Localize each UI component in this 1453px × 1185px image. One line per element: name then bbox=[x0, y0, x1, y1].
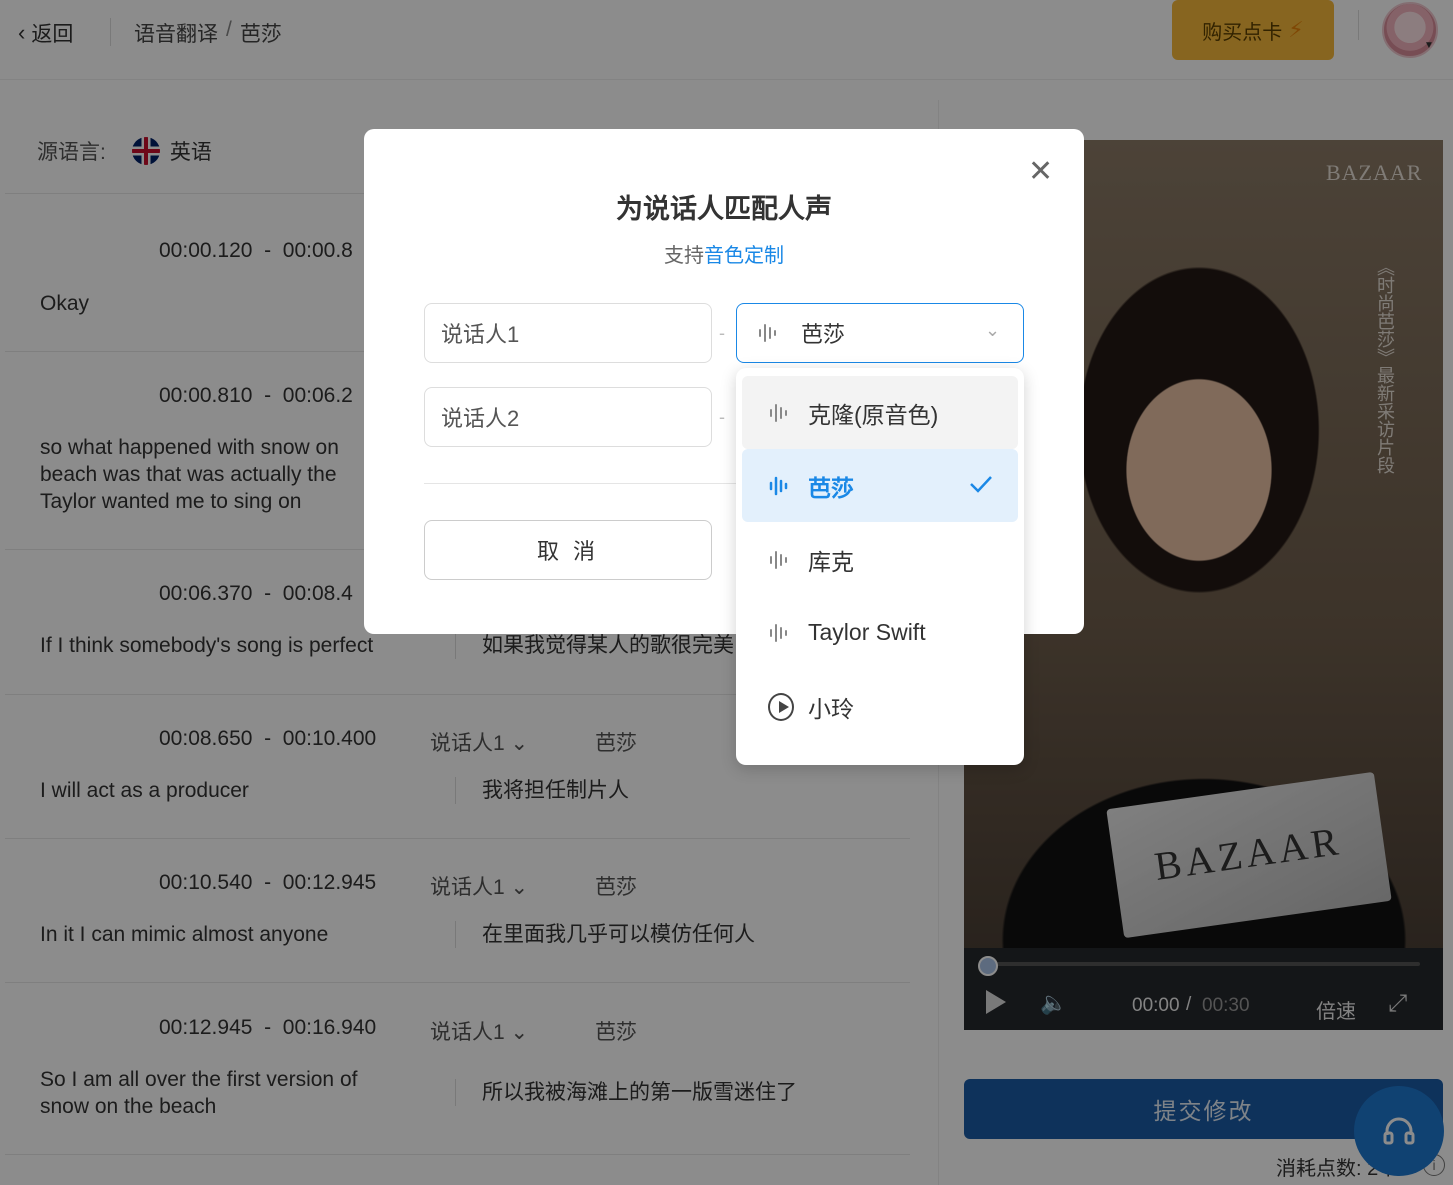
voice-option-label: 芭莎 bbox=[808, 474, 854, 501]
waveform-icon bbox=[768, 621, 794, 645]
waveform-icon bbox=[768, 548, 794, 572]
waveform-icon bbox=[759, 324, 776, 342]
voice-option[interactable]: 库克 bbox=[742, 523, 1018, 596]
waveform-icon bbox=[768, 401, 794, 425]
speaker-1-field[interactable]: 说话人1 bbox=[424, 303, 712, 363]
play-circle-icon[interactable] bbox=[768, 692, 794, 721]
cancel-button[interactable]: 取 消 bbox=[424, 520, 712, 580]
voice-option-label: 库克 bbox=[808, 548, 854, 575]
dialog-title: 为说话人匹配人声 bbox=[616, 194, 832, 224]
voice-dropdown: 克隆(原音色) 芭莎 库克 Taylor Swift 小玲 bbox=[736, 368, 1024, 765]
voice-select-value: 芭莎 bbox=[801, 322, 846, 347]
chevron-down-icon: ⌄ bbox=[985, 320, 1001, 340]
voice-option[interactable]: Taylor Swift bbox=[742, 596, 1018, 669]
voice-option[interactable]: 克隆(原音色) bbox=[742, 376, 1018, 449]
voice-option-label: 克隆(原音色) bbox=[808, 401, 939, 428]
voice-select[interactable]: 芭莎 ⌄ bbox=[736, 303, 1024, 363]
close-icon[interactable]: ✕ bbox=[1028, 157, 1053, 187]
voice-option-label: Taylor Swift bbox=[808, 619, 926, 645]
voice-option[interactable]: 小玲 bbox=[742, 670, 1018, 743]
speaker-2-field[interactable]: 说话人2 bbox=[424, 387, 712, 447]
dialog-subtitle: 支持音色定制 bbox=[664, 245, 784, 267]
check-icon bbox=[968, 471, 994, 503]
voice-customize-link[interactable]: 音色定制 bbox=[704, 245, 784, 267]
dash-separator: - bbox=[719, 407, 725, 427]
voice-option-label: 小玲 bbox=[808, 695, 854, 722]
waveform-icon bbox=[768, 474, 794, 498]
dash-separator: - bbox=[719, 323, 725, 343]
voice-option-selected[interactable]: 芭莎 bbox=[742, 449, 1018, 522]
